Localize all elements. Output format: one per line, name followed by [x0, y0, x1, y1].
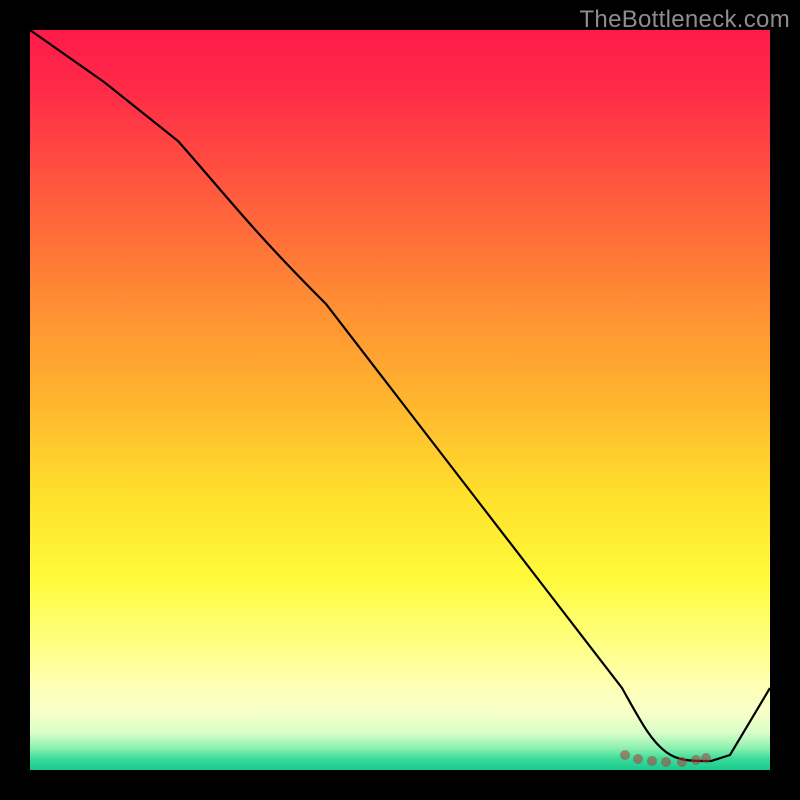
- marker-dot: [677, 757, 687, 767]
- marker-dot: [633, 754, 643, 764]
- bottleneck-curve-line: [30, 30, 770, 761]
- chart-container: TheBottleneck.com: [0, 0, 800, 800]
- marker-dot: [701, 753, 711, 763]
- plot-area: [30, 30, 770, 770]
- marker-dot: [647, 756, 657, 766]
- marker-dot: [661, 757, 671, 767]
- chart-svg: [30, 30, 770, 770]
- marker-dot: [691, 755, 701, 765]
- marker-dot: [620, 750, 630, 760]
